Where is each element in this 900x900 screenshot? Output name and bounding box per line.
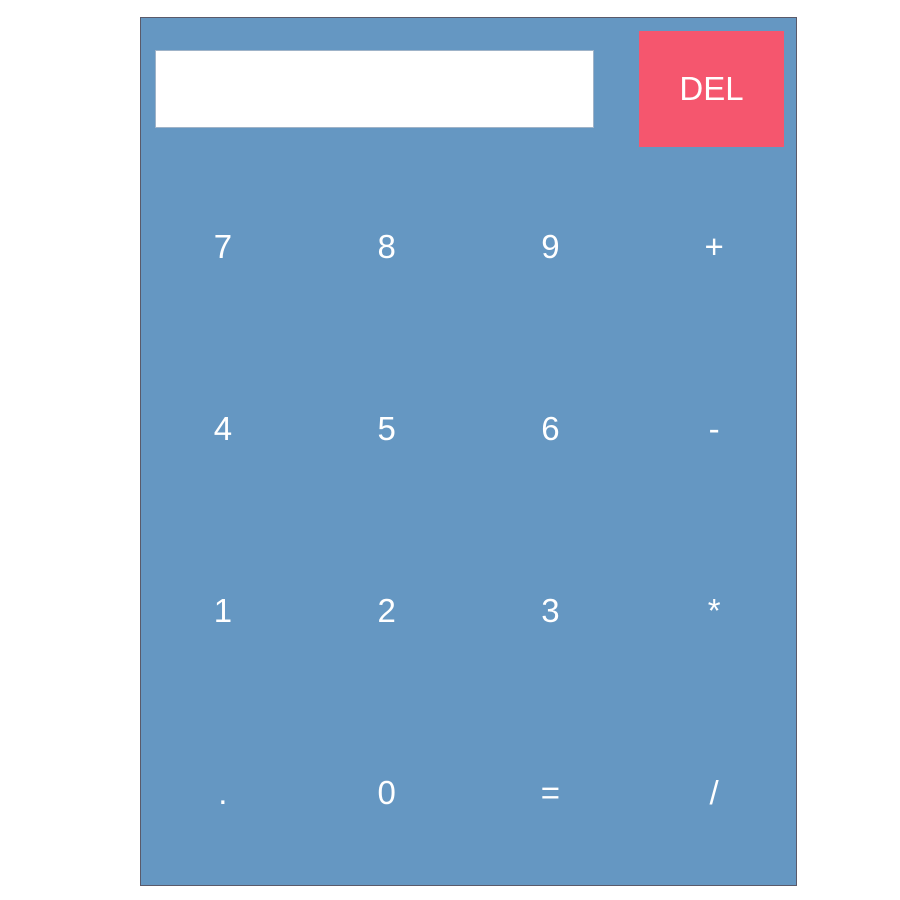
key-minus[interactable]: - [632,338,796,520]
key-0[interactable]: 0 [305,702,469,884]
delete-button[interactable]: DEL [639,31,784,147]
display-field[interactable] [155,50,594,128]
key-4[interactable]: 4 [141,338,305,520]
key-2[interactable]: 2 [305,520,469,702]
keypad: 7 8 9 + 4 5 6 - 1 2 3 * . 0 = / [141,156,796,886]
key-7[interactable]: 7 [141,156,305,338]
key-5[interactable]: 5 [305,338,469,520]
key-multiply[interactable]: * [632,520,796,702]
key-1[interactable]: 1 [141,520,305,702]
calculator: DEL 7 8 9 + 4 5 6 - 1 2 3 * . 0 = / [140,17,797,886]
key-8[interactable]: 8 [305,156,469,338]
key-3[interactable]: 3 [469,520,633,702]
key-divide[interactable]: / [632,702,796,884]
key-plus[interactable]: + [632,156,796,338]
key-equals[interactable]: = [469,702,633,884]
key-decimal[interactable]: . [141,702,305,884]
key-6[interactable]: 6 [469,338,633,520]
key-9[interactable]: 9 [469,156,633,338]
